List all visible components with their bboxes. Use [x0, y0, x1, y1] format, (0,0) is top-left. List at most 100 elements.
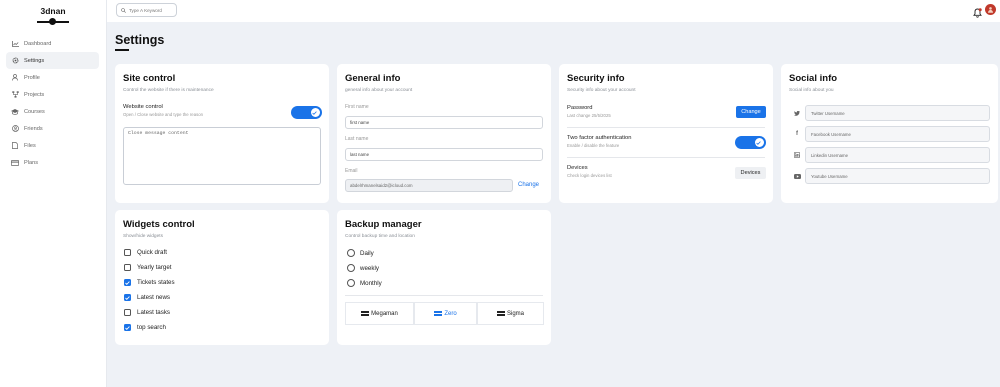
sidebar: 3dnan Dashboard Settings Profile Project…	[0, 0, 107, 387]
close-message-textarea[interactable]: Close message content	[123, 127, 321, 185]
server-icon	[361, 311, 370, 316]
field-placeholder: Youtube Username	[811, 173, 848, 179]
devices-button[interactable]: Devices	[735, 167, 766, 179]
checkbox[interactable]	[124, 264, 131, 271]
card-title: Backup manager	[345, 219, 422, 230]
facebook-username-field[interactable]: Facebook Username	[805, 126, 990, 142]
radio[interactable]	[347, 264, 355, 272]
change-email-link[interactable]: Change	[518, 182, 539, 188]
widget-label: Yearly target	[137, 264, 172, 271]
sidebar-item-label: Plans	[24, 159, 38, 166]
sidebar-item-label: Friends	[24, 125, 43, 132]
sidebar-item-dashboard[interactable]: Dashboard	[6, 35, 99, 52]
sidebar-item-plans[interactable]: Plans	[6, 154, 99, 171]
password-label: Password	[567, 105, 593, 111]
sidebar-item-profile[interactable]: Profile	[6, 69, 99, 86]
security-info-card: Security info Security info about your a…	[559, 64, 773, 203]
server-option-zero[interactable]: Zero	[414, 302, 477, 325]
server-label: Megaman	[371, 310, 398, 317]
social-info-card: Social info Social info about you Twitte…	[781, 64, 998, 203]
facebook-icon: f	[796, 131, 798, 137]
sidebar-item-label: Projects	[24, 91, 45, 98]
card-description: Security info about your account	[567, 88, 636, 93]
sidebar-item-label: Courses	[24, 108, 45, 115]
gear-icon	[11, 57, 19, 64]
field-placeholder: Facebook Username	[811, 131, 851, 137]
card-title: Social info	[789, 73, 838, 84]
widget-label: top search	[137, 324, 166, 331]
youtube-username-field[interactable]: Youtube Username	[805, 168, 990, 184]
widgets-control-card: Widgets control Show/hide widgets Quick …	[115, 210, 329, 345]
widget-label: Tickets states	[137, 279, 175, 286]
card-description: Control the website if there is maintena…	[123, 88, 214, 93]
checkbox-checked[interactable]	[124, 324, 131, 331]
search-input[interactable]: Type A Keyword	[116, 3, 177, 17]
sidebar-item-settings[interactable]: Settings	[6, 52, 99, 69]
search-placeholder: Type A Keyword	[129, 7, 162, 13]
widget-option-tickets-states[interactable]: Tickets states	[124, 279, 175, 286]
backup-option-daily[interactable]: Daily	[347, 249, 374, 257]
sidebar-item-projects[interactable]: Projects	[6, 86, 99, 103]
credit-card-icon	[11, 159, 19, 166]
twitter-icon	[792, 108, 802, 118]
email-field[interactable]: abdelrhmanelsaid2@icloud.com	[345, 179, 513, 192]
server-label: Sigma	[506, 310, 524, 317]
card-title: Widgets control	[123, 219, 195, 230]
checkbox-checked[interactable]	[124, 294, 131, 301]
radio[interactable]	[347, 249, 355, 257]
widget-label: Latest news	[137, 294, 171, 301]
graduation-cap-icon	[11, 108, 19, 115]
sidebar-nav: Dashboard Settings Profile Projects Cour…	[0, 35, 106, 171]
checkbox[interactable]	[124, 249, 131, 256]
email-label: Email	[345, 168, 358, 174]
backup-option-monthly[interactable]: Monthly	[347, 279, 382, 287]
server-option-sigma[interactable]: Sigma	[477, 302, 544, 325]
sidebar-item-friends[interactable]: Friends	[6, 120, 99, 137]
two-factor-sub: Enable / disable the feature	[567, 143, 620, 148]
backup-option-label: Daily	[360, 249, 374, 257]
checkbox[interactable]	[124, 309, 131, 316]
widget-option-top-search[interactable]: top search	[124, 324, 166, 331]
sidebar-item-label: Files	[24, 142, 36, 149]
sidebar-item-courses[interactable]: Courses	[6, 103, 99, 120]
checkbox-checked[interactable]	[124, 279, 131, 286]
avatar[interactable]	[985, 4, 996, 15]
devices-label: Devices	[567, 165, 588, 171]
devices-sub: Check login devices list	[567, 173, 612, 178]
password-last-change: Last change 25/5/2025	[567, 113, 611, 118]
field-placeholder: Linkedin Username	[811, 152, 849, 158]
backup-option-weekly[interactable]: weekly	[347, 264, 379, 272]
sidebar-item-files[interactable]: Files	[6, 137, 99, 154]
last-name-label: Last name	[345, 136, 369, 142]
widget-option-quick-draft[interactable]: Quick draft	[124, 249, 167, 256]
server-option-megaman[interactable]: Megaman	[345, 302, 414, 325]
first-name-field[interactable]: first name	[345, 116, 543, 129]
card-title: General info	[345, 73, 401, 84]
textarea-placeholder: Close message content	[128, 131, 189, 136]
sidebar-item-label: Dashboard	[24, 40, 52, 47]
radio[interactable]	[347, 279, 355, 287]
widget-option-yearly-target[interactable]: Yearly target	[124, 264, 172, 271]
top-bar: Type A Keyword	[107, 0, 1000, 22]
website-control-sub: Open / Close website and type the reason	[123, 112, 204, 117]
email-value: abdelrhmanelsaid2@icloud.com	[350, 183, 413, 188]
bell-icon[interactable]	[973, 5, 982, 23]
card-title: Site control	[123, 73, 176, 84]
server-icon	[434, 311, 443, 316]
website-control-toggle[interactable]	[291, 106, 322, 119]
twitter-username-field[interactable]: Twitter Username	[805, 105, 990, 121]
divider	[567, 127, 765, 128]
widget-label: Latest tasks	[137, 309, 171, 316]
last-name-field[interactable]: last name	[345, 148, 543, 161]
check-icon	[310, 108, 319, 117]
card-title: Security info	[567, 73, 625, 84]
field-placeholder: first name	[350, 120, 370, 125]
sidebar-item-label: Profile	[24, 74, 40, 81]
widget-option-latest-news[interactable]: Latest news	[124, 294, 170, 301]
widget-option-latest-tasks[interactable]: Latest tasks	[124, 309, 170, 316]
change-password-button[interactable]: Change	[736, 106, 766, 118]
linkedin-username-field[interactable]: Linkedin Username	[805, 147, 990, 163]
field-placeholder: last name	[350, 152, 370, 157]
two-factor-toggle[interactable]	[735, 136, 766, 149]
first-name-label: First name	[345, 104, 369, 110]
